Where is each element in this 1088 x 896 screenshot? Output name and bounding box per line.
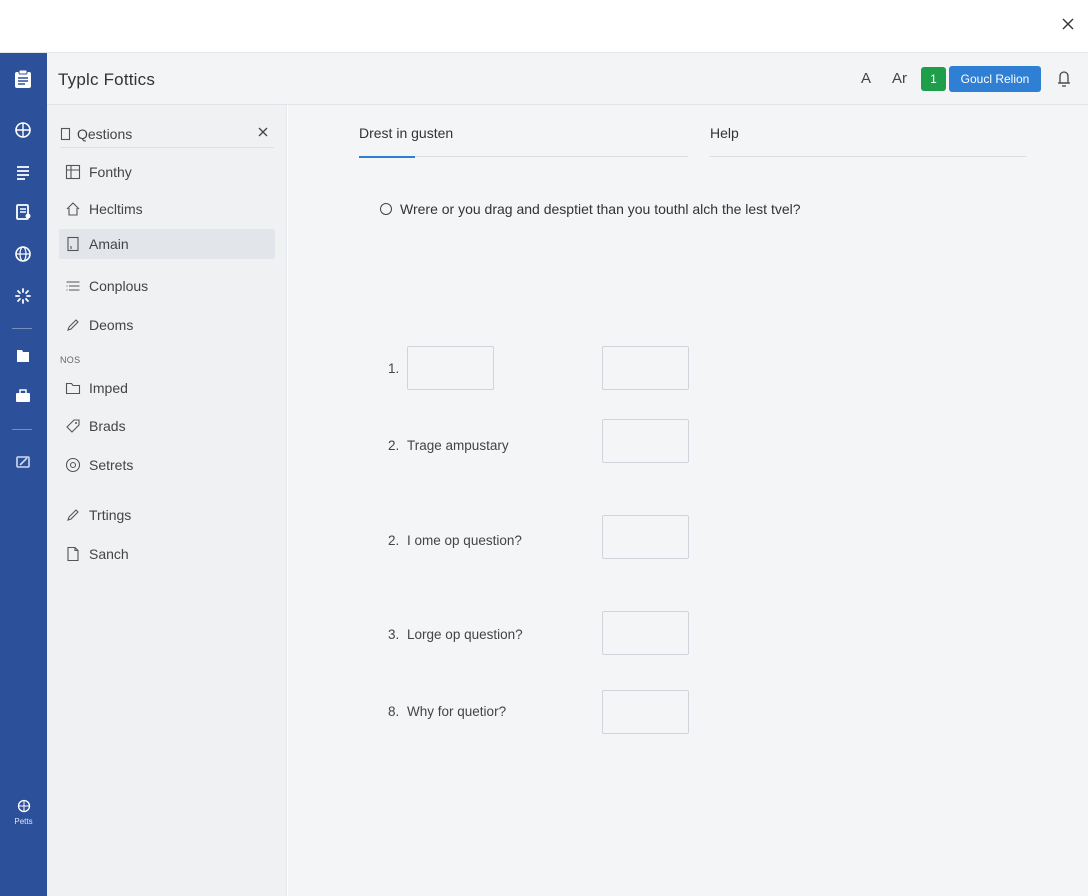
- sidebar: Qestions Fonthy Hecltims Amain Conplous …: [47, 53, 287, 896]
- question-text: I ome op question?: [407, 533, 522, 548]
- question-number: 3.: [388, 627, 400, 642]
- sidebar-header-label: Qestions: [77, 125, 133, 142]
- doc-icon: [67, 236, 79, 252]
- tag-icon: [66, 419, 80, 433]
- answer-box[interactable]: [602, 611, 689, 655]
- home-icon: [66, 202, 80, 216]
- answer-box[interactable]: [602, 346, 689, 390]
- window-titlebar: [0, 0, 1088, 53]
- main-content: Drest in gusten Help Wrere or you drag a…: [288, 105, 1088, 896]
- sidebar-item-label: Setrets: [89, 457, 134, 473]
- sidebar-header: Qestions: [60, 120, 274, 148]
- sidebar-item-conplous[interactable]: Conplous: [59, 271, 275, 301]
- list-icon[interactable]: [10, 159, 36, 185]
- font-size-large-button[interactable]: Ar: [892, 70, 907, 87]
- sidebar-item-label: Hecltims: [89, 201, 143, 217]
- answer-box[interactable]: [407, 346, 494, 390]
- answer-box[interactable]: [602, 515, 689, 559]
- settings-globe-icon: [17, 799, 30, 813]
- loading-icon[interactable]: [10, 283, 36, 309]
- font-size-small-button[interactable]: A: [861, 70, 871, 87]
- globe-icon[interactable]: [10, 241, 36, 267]
- question-row: 2. I ome op question?: [388, 533, 522, 548]
- answer-box[interactable]: [602, 419, 689, 463]
- grid-icon: [65, 164, 81, 180]
- collapse-icon[interactable]: [256, 125, 270, 139]
- sidebar-item-label: Sanch: [89, 546, 129, 562]
- receipt-icon[interactable]: [10, 199, 36, 225]
- question-text: Why for quetior?: [407, 704, 507, 719]
- sidebar-item-label: Conplous: [89, 278, 149, 294]
- question-number: 1.: [388, 361, 400, 376]
- pencil-icon: [67, 319, 79, 331]
- question-prompt-text: Wrere or you drag and desptiet than you …: [400, 201, 801, 217]
- rail-footer[interactable]: Petts: [0, 799, 47, 826]
- question-text: Trage ampustary: [407, 438, 509, 453]
- status-badge[interactable]: 1: [921, 67, 946, 91]
- question-number: 8.: [388, 704, 400, 719]
- book-icon[interactable]: [10, 343, 36, 369]
- sidebar-item-hecltims[interactable]: Hecltims: [59, 194, 275, 224]
- question-row: 8. Why for quetior?: [388, 704, 506, 719]
- rail-footer-label: Petts: [14, 817, 33, 826]
- sidebar-item-label: Trtings: [89, 507, 132, 523]
- question-number: 2.: [388, 438, 400, 453]
- grid-globe-icon[interactable]: [10, 117, 36, 143]
- tab-questions[interactable]: Drest in gusten: [359, 125, 453, 141]
- page-title: Typlc Fottics: [58, 70, 156, 89]
- app-header: Typlc Fottics A Ar 1 Goucl Relion: [47, 53, 1088, 105]
- edit-icon[interactable]: [10, 449, 36, 475]
- pencil-icon: [67, 509, 79, 521]
- sidebar-item-brads[interactable]: Brads: [59, 411, 275, 441]
- question-number: 2.: [388, 533, 400, 548]
- question-prompt[interactable]: Wrere or you drag and desptiet than you …: [380, 201, 801, 217]
- sidebar-item-label: Deoms: [89, 317, 134, 333]
- sidebar-item-fonthy[interactable]: Fonthy: [59, 157, 275, 187]
- sidebar-item-label: Imped: [89, 380, 128, 396]
- sidebar-item-amain[interactable]: Amain: [59, 229, 275, 259]
- sidebar-item-label: Amain: [89, 236, 129, 252]
- sidebar-item-sanch[interactable]: Sanch: [59, 539, 275, 569]
- sidebar-item-imped[interactable]: Imped: [59, 373, 275, 403]
- question-row: 2. Trage ampustary: [388, 438, 509, 453]
- sidebar-item-label: Brads: [89, 418, 126, 434]
- sidebar-item-deoms[interactable]: Deoms: [59, 310, 275, 340]
- tab-active-indicator: [359, 156, 415, 158]
- sidebar-item-label: Fonthy: [89, 164, 132, 180]
- question-text: Lorge op question?: [407, 627, 523, 642]
- circle-icon: [65, 457, 81, 473]
- question-row: 3. Lorge op question?: [388, 627, 523, 642]
- clipboard-icon[interactable]: [10, 66, 36, 92]
- briefcase-icon[interactable]: [10, 383, 36, 409]
- sidebar-item-trtings[interactable]: Trtings: [59, 500, 275, 530]
- left-rail: Petts: [0, 53, 47, 896]
- tab-underline: [710, 156, 1026, 157]
- folder-icon: [65, 382, 81, 395]
- radio-button[interactable]: [380, 203, 392, 215]
- sidebar-section-label: NOS: [60, 355, 81, 365]
- doc-icon: [60, 127, 71, 140]
- answer-box[interactable]: [602, 690, 689, 734]
- page-icon: [67, 546, 79, 562]
- primary-action-button[interactable]: Goucl Relion: [949, 66, 1041, 92]
- sidebar-item-setrets[interactable]: Setrets: [59, 450, 275, 480]
- bell-icon[interactable]: [1053, 66, 1075, 92]
- list-icon: [66, 281, 80, 291]
- close-icon[interactable]: [1056, 12, 1080, 36]
- tab-help[interactable]: Help: [710, 125, 739, 141]
